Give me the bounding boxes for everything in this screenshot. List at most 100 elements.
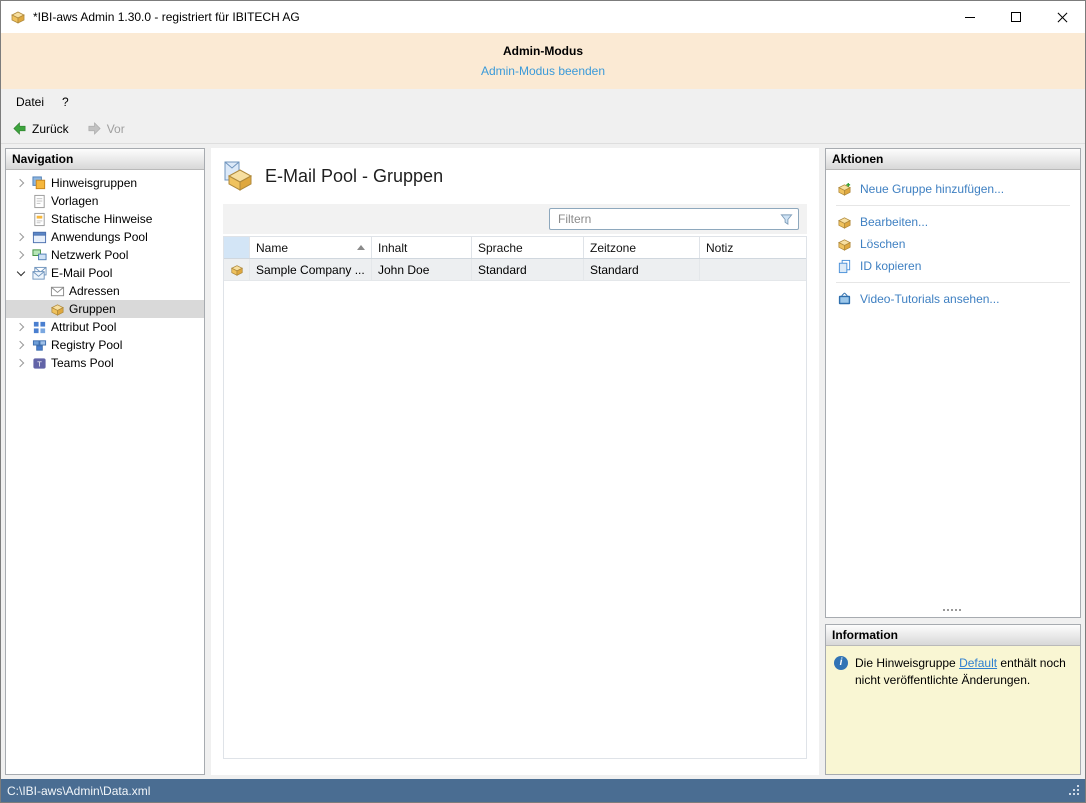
admin-mode-exit-link[interactable]: Admin-Modus beenden xyxy=(481,64,605,78)
information-header: Information xyxy=(826,625,1080,646)
sidebar-item-label: Netzwerk Pool xyxy=(51,248,129,262)
action-label: Neue Gruppe hinzufügen... xyxy=(860,182,1005,196)
delete-group-icon xyxy=(836,236,852,252)
hint-groups-icon xyxy=(30,175,48,191)
copy-id-icon xyxy=(836,258,852,274)
information-body: Die Hinweisgruppe Default enthält noch n… xyxy=(826,646,1080,698)
forward-button[interactable]: Vor xyxy=(82,119,130,138)
navigation-panel: Navigation Hinweisgruppen Vorlagen Stati… xyxy=(5,148,205,775)
back-button-label: Zurück xyxy=(32,121,69,136)
video-tutorials-icon xyxy=(836,291,852,307)
chevron-down-icon[interactable] xyxy=(12,265,30,281)
status-file-path: C:\IBI-aws\Admin\Data.xml xyxy=(7,783,151,798)
sidebar-item-gruppen[interactable]: Gruppen xyxy=(6,300,204,318)
cell-notiz xyxy=(700,259,806,280)
sort-ascending-icon xyxy=(357,245,365,250)
close-button[interactable] xyxy=(1039,1,1085,33)
minimize-button[interactable] xyxy=(947,1,993,33)
static-hints-icon xyxy=(30,211,48,227)
add-group-icon xyxy=(836,181,852,197)
action-label: Löschen xyxy=(860,237,906,251)
menu-item-help[interactable]: ? xyxy=(53,92,78,112)
add-group-action[interactable]: Neue Gruppe hinzufügen... xyxy=(836,178,1070,200)
actions-divider xyxy=(836,282,1070,283)
sidebar-item-email-pool[interactable]: E-Mail Pool xyxy=(6,264,204,282)
addresses-icon xyxy=(48,283,66,299)
sidebar-item-label: Statische Hinweise xyxy=(51,212,153,226)
workspace: Navigation Hinweisgruppen Vorlagen Stati… xyxy=(1,144,1085,779)
window-controls xyxy=(947,1,1085,33)
sidebar-item-label: Teams Pool xyxy=(51,356,114,370)
sidebar-item-hinweisgruppen[interactable]: Hinweisgruppen xyxy=(6,174,204,192)
sidebar-item-label: E-Mail Pool xyxy=(51,266,113,280)
cell-sprache: Standard xyxy=(472,259,584,280)
chevron-right-icon[interactable] xyxy=(12,247,30,263)
chevron-right-icon[interactable] xyxy=(12,355,30,371)
sidebar-item-statische-hinweise[interactable]: Statische Hinweise xyxy=(6,210,204,228)
forward-arrow-icon xyxy=(88,122,101,135)
column-header-sprache[interactable]: Sprache xyxy=(472,237,584,258)
filter-bar xyxy=(223,204,807,234)
edit-group-action[interactable]: Bearbeiten... xyxy=(836,211,1070,233)
column-header-notiz[interactable]: Notiz xyxy=(700,237,806,258)
sidebar-item-anwendungs-pool[interactable]: Anwendungs Pool xyxy=(6,228,204,246)
sidebar-item-attribut-pool[interactable]: Attribut Pool xyxy=(6,318,204,336)
copy-id-action[interactable]: ID kopieren xyxy=(836,255,1070,277)
column-header-icon[interactable] xyxy=(224,237,250,258)
attribute-pool-icon xyxy=(30,319,48,335)
network-pool-icon xyxy=(30,247,48,263)
chevron-right-icon[interactable] xyxy=(12,337,30,353)
resize-grip[interactable] xyxy=(1068,784,1081,797)
window-title: *IBI-aws Admin 1.30.0 - registriert für … xyxy=(33,10,300,24)
admin-mode-banner: Admin-Modus Admin-Modus beenden xyxy=(1,33,1085,89)
column-header-inhalt[interactable]: Inhalt xyxy=(372,237,472,258)
sidebar-item-vorlagen[interactable]: Vorlagen xyxy=(6,192,204,210)
delete-group-action[interactable]: Löschen xyxy=(836,233,1070,255)
information-message: Die Hinweisgruppe Default enthält noch n… xyxy=(855,655,1072,689)
sidebar-item-netzwerk-pool[interactable]: Netzwerk Pool xyxy=(6,246,204,264)
templates-icon xyxy=(30,193,48,209)
app-window: *IBI-aws Admin 1.30.0 - registriert für … xyxy=(0,0,1086,803)
content-header: E-Mail Pool - Gruppen xyxy=(223,160,807,192)
groups-icon xyxy=(48,301,66,317)
chevron-right-icon[interactable] xyxy=(12,229,30,245)
sidebar-item-label: Gruppen xyxy=(69,302,116,316)
navigation-toolbar: Zurück Vor xyxy=(1,114,1085,144)
info-icon xyxy=(834,656,848,670)
teams-pool-icon: T xyxy=(30,355,48,371)
chevron-right-icon[interactable] xyxy=(12,319,30,335)
cell-inhalt: John Doe xyxy=(372,259,472,280)
default-group-link[interactable]: Default xyxy=(959,656,997,670)
panel-splitter-grip[interactable] xyxy=(943,609,963,612)
information-text-before: Die Hinweisgruppe xyxy=(855,656,960,670)
sidebar-item-adressen[interactable]: Adressen xyxy=(6,282,204,300)
actions-header: Aktionen xyxy=(826,149,1080,170)
status-bar: C:\IBI-aws\Admin\Data.xml xyxy=(1,779,1085,802)
video-tutorials-action[interactable]: Video-Tutorials ansehen... xyxy=(836,288,1070,310)
chevron-right-icon[interactable] xyxy=(12,175,30,191)
sidebar-item-teams-pool[interactable]: T Teams Pool xyxy=(6,354,204,372)
filter-box xyxy=(549,208,799,230)
actions-panel: Aktionen Neue Gruppe hinzufügen... Bearb… xyxy=(825,148,1081,618)
title-bar: *IBI-aws Admin 1.30.0 - registriert für … xyxy=(1,1,1085,33)
back-button[interactable]: Zurück xyxy=(7,119,74,138)
table-header: Name Inhalt Sprache Zeitzone Notiz xyxy=(224,237,806,259)
content-panel: E-Mail Pool - Gruppen Name In xyxy=(211,148,819,775)
menu-item-datei[interactable]: Datei xyxy=(7,92,53,112)
filter-input[interactable] xyxy=(558,212,779,226)
back-arrow-icon xyxy=(13,122,26,135)
maximize-button[interactable] xyxy=(993,1,1039,33)
sidebar-item-registry-pool[interactable]: Registry Pool xyxy=(6,336,204,354)
page-title: E-Mail Pool - Gruppen xyxy=(265,165,444,186)
table-row[interactable]: Sample Company ... John Doe Standard Sta… xyxy=(224,259,806,281)
cell-name: Sample Company ... xyxy=(250,259,372,280)
sidebar-item-label: Adressen xyxy=(69,284,120,298)
sidebar-item-label: Hinweisgruppen xyxy=(51,176,138,190)
column-header-name[interactable]: Name xyxy=(250,237,372,258)
column-header-zeitzone[interactable]: Zeitzone xyxy=(584,237,700,258)
right-column: Aktionen Neue Gruppe hinzufügen... Bearb… xyxy=(825,148,1081,775)
action-label: Video-Tutorials ansehen... xyxy=(860,292,1000,306)
admin-mode-title: Admin-Modus xyxy=(503,44,583,58)
email-group-box-icon xyxy=(223,160,255,192)
row-group-box-icon xyxy=(224,259,250,280)
